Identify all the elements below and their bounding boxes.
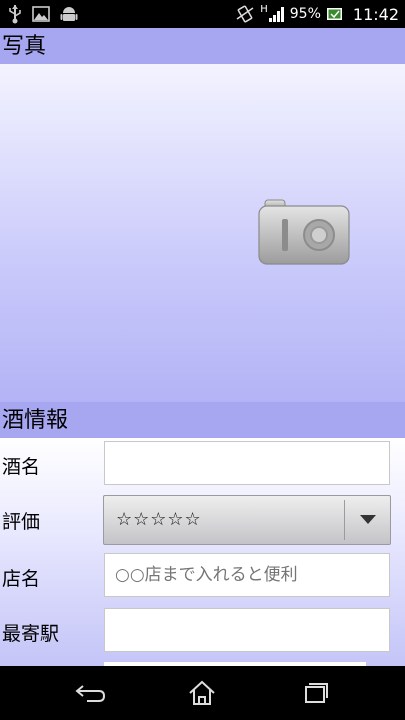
home-button[interactable] bbox=[182, 678, 222, 708]
chevron-down-icon bbox=[360, 515, 376, 524]
shop-name-label: 店名 bbox=[2, 568, 41, 590]
battery-percent: 95% bbox=[289, 6, 321, 22]
notification-icons bbox=[8, 4, 78, 24]
recents-button[interactable] bbox=[294, 678, 334, 708]
vibrate-icon bbox=[236, 5, 254, 23]
android-icon bbox=[60, 7, 78, 21]
home-icon bbox=[189, 680, 215, 705]
sake-name-field[interactable] bbox=[104, 441, 390, 485]
image-icon bbox=[32, 6, 50, 22]
back-button[interactable] bbox=[71, 678, 111, 708]
status-bar: H 95% 11:42 bbox=[0, 0, 405, 28]
usb-icon bbox=[9, 5, 21, 24]
info-section-header: 酒情報 bbox=[0, 402, 405, 438]
sake-name-label: 酒名 bbox=[2, 456, 41, 478]
recents-icon bbox=[305, 683, 328, 703]
network-type-label: H bbox=[260, 4, 268, 15]
battery-icon bbox=[326, 8, 342, 20]
rating-value: ☆☆☆☆☆ bbox=[116, 509, 202, 530]
rating-label: 評価 bbox=[2, 511, 41, 533]
station-label: 最寄駅 bbox=[2, 623, 60, 645]
camera-icon bbox=[258, 199, 350, 265]
camera-button[interactable] bbox=[256, 198, 352, 268]
clock: 11:42 bbox=[352, 4, 399, 24]
signal-icon bbox=[268, 7, 284, 22]
navigation-bar bbox=[0, 666, 405, 720]
system-status: H 95% 11:42 bbox=[235, 0, 399, 28]
dropdown-divider bbox=[344, 500, 345, 540]
rating-dropdown[interactable]: ☆☆☆☆☆ bbox=[103, 495, 391, 545]
back-icon bbox=[75, 685, 106, 702]
station-field[interactable] bbox=[104, 608, 390, 652]
photo-section-header: 写真 bbox=[0, 28, 405, 64]
shop-name-field[interactable] bbox=[104, 553, 390, 597]
